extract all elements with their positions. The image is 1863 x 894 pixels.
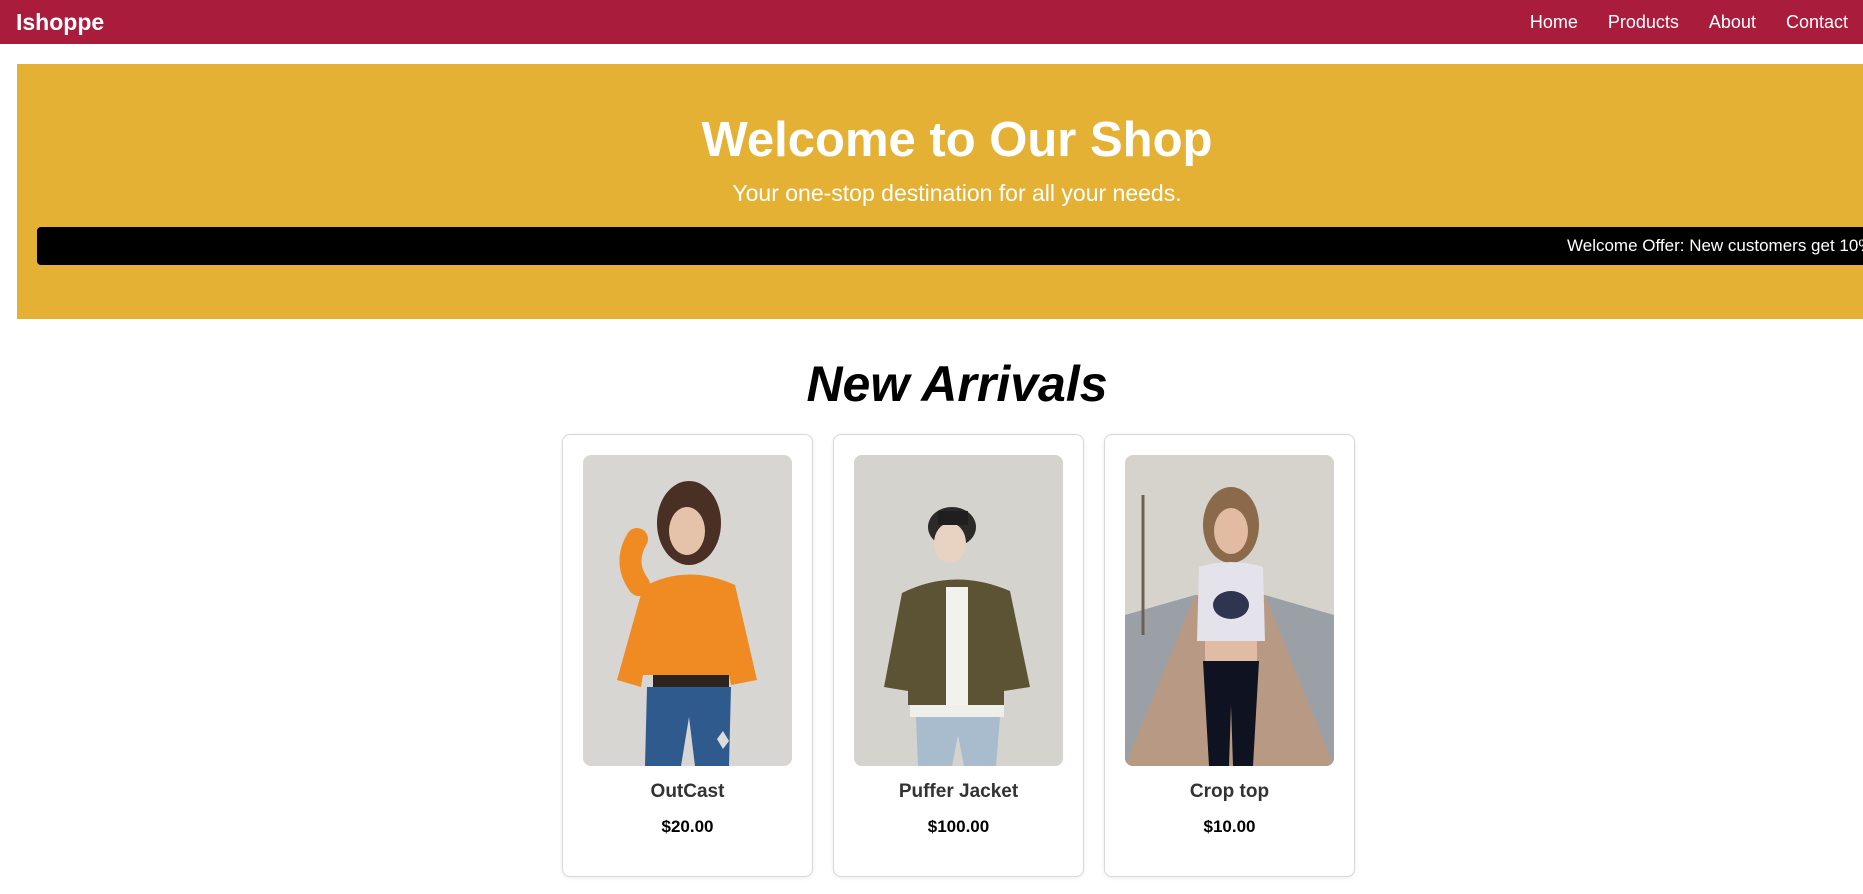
- product-grid: OutCast $20.00 Puffer Jacket $100.00 Cro…: [562, 434, 1355, 877]
- offer-ticker-text: Welcome Offer: New customers get 10% o: [1567, 236, 1863, 255]
- product-image[interactable]: [1125, 455, 1334, 766]
- product-card-puffer-jacket[interactable]: Puffer Jacket $100.00: [833, 434, 1084, 877]
- navbar: Ishoppe Home Products About Contact: [0, 0, 1863, 44]
- nav-links: Home Products About Contact: [1515, 12, 1863, 33]
- nav-link-about[interactable]: About: [1694, 12, 1771, 33]
- nav-link-products[interactable]: Products: [1593, 12, 1694, 33]
- product-image[interactable]: [583, 455, 792, 766]
- section-title: New Arrivals: [806, 356, 1108, 412]
- product-price: $20.00: [661, 817, 714, 836]
- hero-title: Welcome to Our Shop: [701, 113, 1213, 167]
- product-price: $100.00: [927, 817, 990, 836]
- product-image[interactable]: [854, 455, 1063, 766]
- product-price: $10.00: [1203, 817, 1256, 836]
- product-card-outcast[interactable]: OutCast $20.00: [562, 434, 813, 877]
- hero-subtitle: Your one-stop destination for all your n…: [732, 180, 1182, 206]
- brand-logo[interactable]: Ishoppe: [16, 9, 104, 36]
- nav-link-home[interactable]: Home: [1515, 12, 1593, 33]
- nav-link-contact[interactable]: Contact: [1771, 12, 1863, 33]
- offer-ticker: Welcome Offer: New customers get 10% o: [37, 227, 1863, 265]
- product-card-crop-top[interactable]: Crop top $10.00: [1104, 434, 1355, 877]
- product-name: OutCast: [650, 781, 725, 802]
- product-name: Crop top: [1189, 781, 1270, 802]
- product-name: Puffer Jacket: [898, 781, 1019, 802]
